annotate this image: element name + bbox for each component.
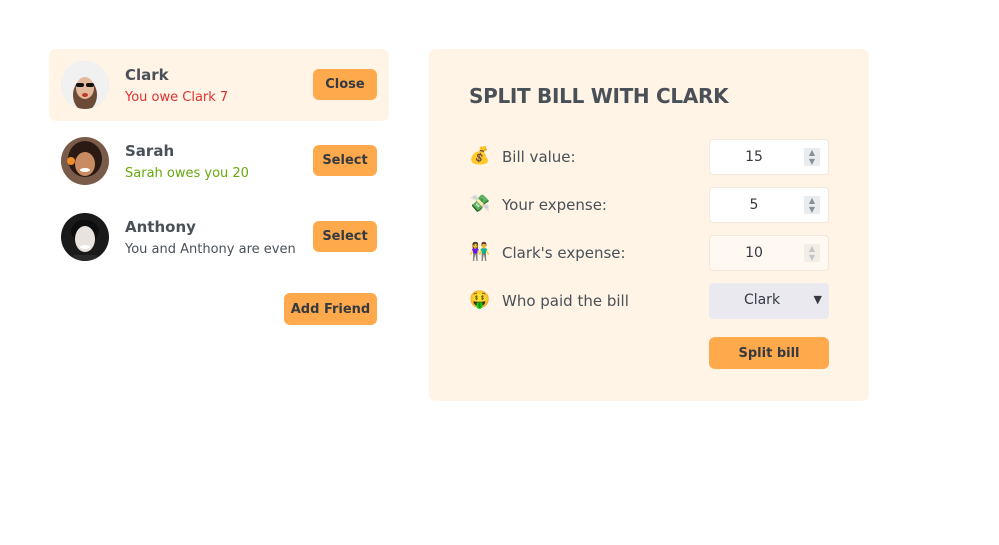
add-friend-button[interactable]: Add Friend (284, 293, 377, 325)
who-paid-selected: Clark (743, 292, 781, 308)
friend-name: Sarah (125, 142, 175, 160)
close-button[interactable]: Close (313, 69, 377, 100)
money-with-wings-icon: 💸 (469, 194, 491, 214)
chevron-down-icon: ▼ (813, 293, 822, 306)
bill-value-row: 💰 Bill value: 15 ▲ ▼ (469, 139, 829, 175)
friend-expense-label: Clark's expense: (502, 244, 626, 262)
select-button[interactable]: Select (313, 221, 377, 252)
bill-value-input[interactable]: 15 ▲ ▼ (709, 139, 829, 175)
money-mouth-face-icon: 🤑 (469, 290, 491, 310)
split-bill-button[interactable]: Split bill (709, 337, 829, 369)
bill-value-label: Bill value: (502, 148, 576, 166)
friend-expense-row: 👫 Clark's expense: 10 ▲ ▼ (469, 235, 829, 271)
friend-item-sarah: Sarah Sarah owes you 20 Select (49, 125, 389, 197)
friend-balance-status: You owe Clark 7 (125, 90, 229, 105)
friend-name: Anthony (125, 218, 196, 236)
avatar (61, 61, 109, 109)
your-expense-text: 5 (749, 197, 759, 213)
number-spinner-icon: ▲ ▼ (804, 244, 820, 262)
friends-list: Clark You owe Clark 7 Close Sarah Sarah … (49, 49, 389, 277)
money-bag-icon: 💰 (469, 146, 491, 166)
your-expense-row: 💸 Your expense: 5 ▲ ▼ (469, 187, 829, 223)
your-expense-label: Your expense: (502, 196, 607, 214)
number-spinner-icon[interactable]: ▲ ▼ (804, 196, 820, 214)
bill-value-text: 15 (745, 149, 763, 165)
friend-expense-input: 10 ▲ ▼ (709, 235, 829, 271)
friend-item-clark: Clark You owe Clark 7 Close (49, 49, 389, 121)
select-button[interactable]: Select (313, 145, 377, 176)
avatar (61, 213, 109, 261)
friend-balance-status: Sarah owes you 20 (125, 166, 249, 181)
avatar (61, 137, 109, 185)
number-spinner-icon[interactable]: ▲ ▼ (804, 148, 820, 166)
friend-item-anthony: Anthony You and Anthony are even Select (49, 201, 389, 273)
couple-icon: 👫 (469, 242, 491, 262)
who-paid-label: Who paid the bill (502, 292, 629, 310)
your-expense-input[interactable]: 5 ▲ ▼ (709, 187, 829, 223)
form-title: SPLIT BILL WITH CLARK (469, 84, 729, 108)
friend-expense-text: 10 (745, 245, 763, 261)
friend-balance-status: You and Anthony are even (125, 242, 296, 257)
who-paid-row: 🤑 Who paid the bill Clark ▼ (469, 283, 829, 319)
split-bill-form: SPLIT BILL WITH CLARK 💰 Bill value: 15 ▲… (429, 49, 869, 401)
friend-name: Clark (125, 66, 169, 84)
who-paid-select[interactable]: Clark ▼ (709, 283, 829, 319)
